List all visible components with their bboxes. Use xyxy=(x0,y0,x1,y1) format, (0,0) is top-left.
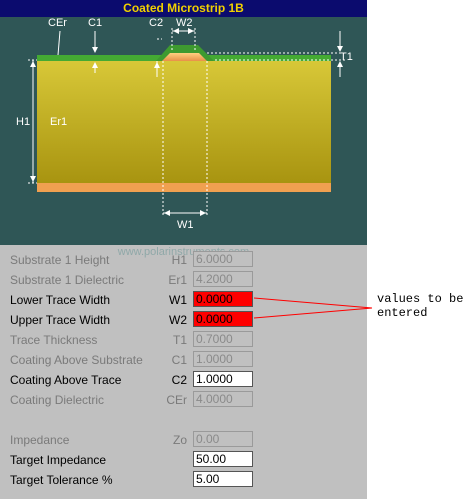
annotation-line-2: entered xyxy=(377,306,428,320)
annotation-pointer-lines xyxy=(253,297,373,319)
annotation-note: values to be entered xyxy=(377,292,463,320)
annotation-line-1: values to be xyxy=(377,292,464,306)
